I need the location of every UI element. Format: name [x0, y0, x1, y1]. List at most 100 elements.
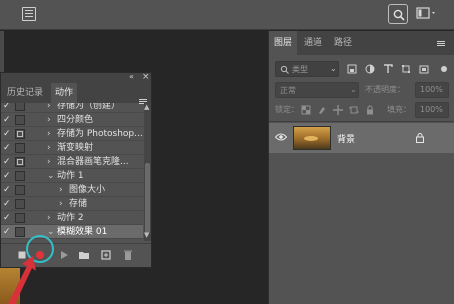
panel-menu-icon[interactable]	[139, 99, 147, 100]
scroll-up-icon[interactable]: ▲	[144, 103, 149, 111]
chevron-right-icon[interactable]: ›	[59, 197, 63, 211]
options-bar	[0, 0, 454, 30]
toggle-dialog-box[interactable]	[15, 227, 25, 237]
filter-toggle-icon[interactable]	[439, 64, 449, 74]
actions-scrollbar[interactable]: ▲ ▼	[144, 103, 151, 241]
action-row[interactable]: ✓ › 混合器画笔克隆...	[1, 155, 143, 169]
toggle-item-checkmark-icon[interactable]: ✓	[3, 169, 11, 183]
adjustment-filter-icon[interactable]	[365, 64, 375, 74]
opacity-field[interactable]: 100%	[415, 82, 449, 98]
toggle-item-checkmark-icon[interactable]: ✓	[3, 113, 11, 127]
toggle-item-checkmark-icon[interactable]: ✓	[3, 183, 11, 197]
opacity-label: 不透明度：	[365, 85, 405, 94]
lock-position-icon[interactable]	[333, 105, 343, 115]
toggle-dialog-box[interactable]	[15, 171, 25, 181]
fill-label: 填充：	[387, 105, 411, 114]
lock-row: 锁定： 填充： 100%	[269, 101, 454, 119]
shape-filter-icon[interactable]	[401, 64, 411, 74]
layer-row-background[interactable]: 背景	[269, 123, 454, 153]
play-icon	[61, 251, 68, 259]
new-set-button[interactable]	[77, 248, 91, 262]
action-row[interactable]: ✓ › 动作 2	[1, 211, 143, 225]
collapse-panel-icon[interactable]: «	[129, 72, 134, 81]
chevron-down-icon: ⌄	[330, 64, 337, 73]
chevron-down-icon[interactable]: ⌄	[47, 169, 55, 183]
action-row[interactable]: ✓ › 渐变映射	[1, 141, 143, 155]
lock-icon	[416, 133, 424, 143]
lock-artboard-icon[interactable]	[349, 105, 359, 115]
toggle-dialog-box[interactable]	[15, 143, 25, 153]
lock-transparent-icon[interactable]	[301, 105, 311, 115]
chevron-right-icon[interactable]: ›	[47, 155, 51, 169]
tab-paths[interactable]: 路径	[329, 31, 357, 55]
filter-kind-label: 类型	[292, 65, 308, 74]
toggle-dialog-box[interactable]	[15, 157, 25, 167]
layer-name: 背景	[337, 135, 356, 145]
folder-icon	[79, 252, 89, 259]
search-icon	[393, 9, 405, 21]
toggle-item-checkmark-icon[interactable]: ✓	[3, 155, 11, 169]
tab-history[interactable]: 历史记录	[3, 83, 47, 103]
action-label: 四分颜色	[57, 115, 94, 125]
toggle-item-checkmark-icon[interactable]: ✓	[3, 141, 11, 155]
workspace-icon	[416, 7, 435, 19]
toggle-item-checkmark-icon[interactable]: ✓	[3, 197, 11, 211]
layer-filter-row: 类型 ⌄	[269, 59, 454, 79]
lock-all-icon[interactable]	[365, 105, 375, 115]
chevron-right-icon[interactable]: ›	[47, 127, 51, 141]
dialog-icon	[17, 159, 23, 165]
toggle-item-checkmark-icon[interactable]: ✓	[3, 225, 11, 239]
search-icon	[280, 65, 289, 74]
document-icon[interactable]	[22, 7, 36, 21]
type-filter-icon[interactable]	[383, 64, 393, 74]
actions-panel-tabs: 历史记录 动作	[1, 83, 151, 103]
filter-kind-select[interactable]: 类型 ⌄	[275, 61, 339, 77]
chevron-right-icon[interactable]: ›	[47, 211, 51, 225]
new-item-icon	[101, 250, 111, 260]
toggle-dialog-box[interactable]	[15, 213, 25, 223]
panel-header-bar[interactable]: « ×	[1, 72, 151, 83]
tab-layers[interactable]: 图层	[269, 31, 298, 55]
blend-mode-select[interactable]: 正常 ⌄	[275, 82, 359, 98]
lock-image-pixels-icon[interactable]	[317, 105, 327, 115]
new-action-button[interactable]	[99, 248, 113, 262]
eye-icon[interactable]	[275, 133, 287, 141]
layers-panel-menu-icon[interactable]	[437, 41, 445, 42]
action-row[interactable]: ✓ ⌄ 模糊效果 01	[1, 225, 143, 239]
toggle-dialog-box[interactable]	[15, 103, 25, 111]
chevron-right-icon[interactable]: ›	[47, 141, 51, 155]
action-label: 动作 2	[57, 213, 84, 223]
chevron-right-icon[interactable]: ›	[47, 113, 51, 127]
smart-object-filter-icon[interactable]	[419, 64, 429, 74]
action-row[interactable]: ✓ › 四分颜色	[1, 113, 143, 127]
fill-field[interactable]: 100%	[415, 102, 449, 118]
tab-actions[interactable]: 动作	[51, 83, 78, 103]
photoshop-window: « × 历史记录 动作 ✓ › 存储为（创建） ✓ › 四分颜色 ✓ › 存储为 Photosh…	[0, 0, 454, 304]
tab-channels[interactable]: 通道	[299, 31, 327, 55]
toggle-dialog-box[interactable]	[15, 199, 25, 209]
action-row[interactable]: ✓ › 存储	[1, 197, 143, 211]
toggle-dialog-box[interactable]	[15, 115, 25, 125]
workspace-switcher-button[interactable]	[416, 6, 438, 22]
scrollbar-thumb[interactable]	[145, 163, 150, 233]
action-label: 渐变映射	[57, 143, 94, 153]
blend-row: 正常 ⌄ 不透明度： 100%	[269, 81, 454, 99]
toggle-item-checkmark-icon[interactable]: ✓	[3, 211, 11, 225]
actions-list: ✓ › 存储为（创建） ✓ › 四分颜色 ✓ › 存储为 Photoshop... ✓ › 渐变映射 ✓…	[1, 103, 143, 241]
action-row[interactable]: ✓ › 存储为 Photoshop...	[1, 127, 143, 141]
pixel-filter-icon[interactable]	[347, 64, 357, 74]
search-button[interactable]	[388, 4, 408, 24]
chevron-down-icon: ⌄	[350, 85, 357, 94]
toggle-dialog-box[interactable]	[15, 185, 25, 195]
chevron-right-icon[interactable]: ›	[59, 183, 63, 197]
close-panel-icon[interactable]: ×	[142, 72, 150, 82]
action-row[interactable]: ✓ › 图像大小	[1, 183, 143, 197]
actions-panel: « × 历史记录 动作 ✓ › 存储为（创建） ✓ › 四分颜色 ✓ › 存储为 Photosh…	[0, 72, 152, 268]
play-button[interactable]	[57, 248, 71, 262]
action-row[interactable]: ✓ ⌄ 动作 1	[1, 169, 143, 183]
toggle-dialog-box[interactable]	[15, 129, 25, 139]
delete-button[interactable]	[121, 248, 135, 262]
scroll-down-icon[interactable]: ▼	[144, 231, 149, 239]
action-row[interactable]: ✓ › 存储为（创建）	[1, 103, 143, 113]
toggle-item-checkmark-icon[interactable]: ✓	[3, 127, 11, 141]
